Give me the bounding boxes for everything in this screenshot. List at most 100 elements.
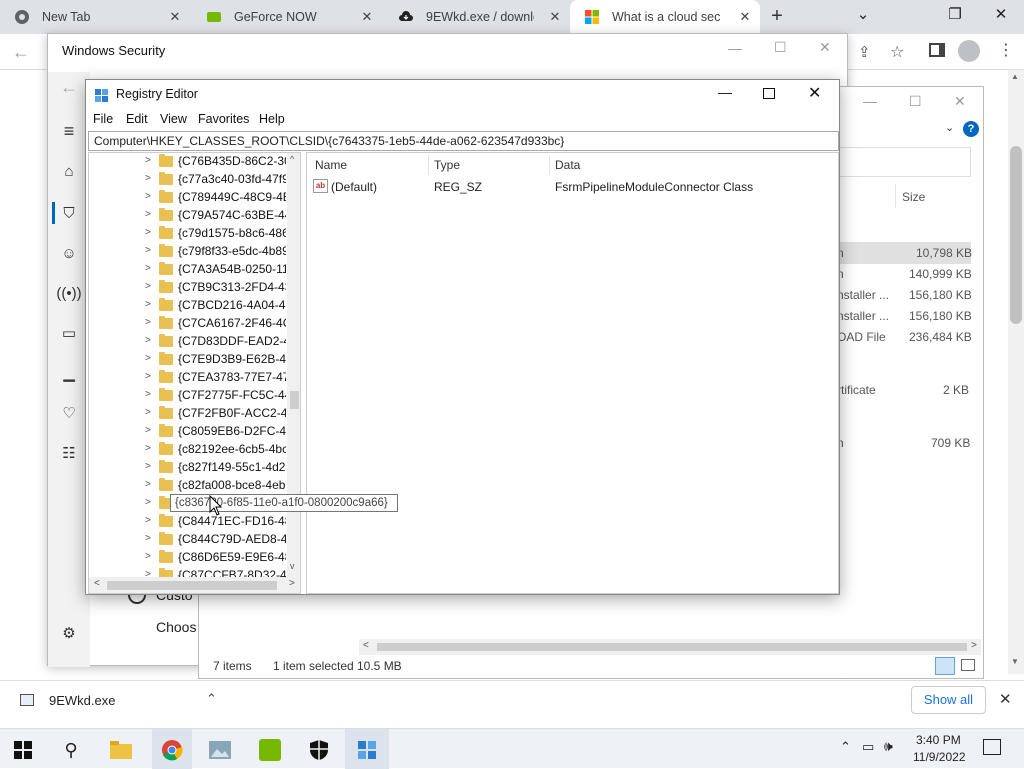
tree-item[interactable]: > {C84471EC-FD16-483 [89,513,289,531]
star-icon[interactable]: ☆ [890,42,904,62]
profile-avatar-icon[interactable] [958,40,980,62]
chevron-right-icon[interactable]: > [145,191,151,202]
tree-item[interactable]: > {c79d1575-b8c6-486 [89,225,289,243]
account-icon[interactable]: ☺ [56,240,82,266]
chevron-right-icon[interactable]: > [145,497,151,508]
close-shelf-icon[interactable]: ✕ [999,690,1012,708]
chevron-right-icon[interactable]: > [145,155,151,166]
restore-button[interactable]: ❐ [932,0,978,34]
network-icon[interactable]: ((•)) [56,280,82,306]
tab-download[interactable]: 9EWkd.exe / download ✕ [384,0,570,34]
volume-icon[interactable]: 🕪 [884,738,893,755]
health-icon[interactable]: ♡ [56,400,82,426]
kebab-menu-icon[interactable]: ⋮ [998,40,1014,60]
minimize-button[interactable]: — [728,40,742,56]
close-button[interactable]: ✕ [808,83,821,103]
chevron-right-icon[interactable]: > [145,371,151,382]
tree-item[interactable]: > {C7B9C313-2FD4-438 [89,279,289,297]
app-browser-icon[interactable]: ▭ [56,320,82,346]
help-icon[interactable]: ? [963,121,979,137]
chevron-down-icon[interactable]: ⌄ [945,121,954,134]
device-security-icon[interactable]: ▁ [56,360,82,386]
column-header-name[interactable]: Name [315,158,347,172]
scroll-right-icon[interactable]: > [971,640,977,651]
menu-favorites[interactable]: Favorites [198,112,249,126]
address-bar[interactable]: Computer\HKEY_CLASSES_ROOT\CLSID\{c76433… [88,131,839,151]
tree-item[interactable]: > {C789449C-48C9-4E5 [89,189,289,207]
search-icon[interactable]: ⚲ [54,735,88,765]
chrome-icon[interactable] [155,735,189,765]
clock-date[interactable]: 11/9/2022 [913,750,966,764]
home-icon[interactable]: ⌂ [56,158,82,184]
menu-help[interactable]: Help [259,112,285,126]
chevron-right-icon[interactable]: > [145,209,151,220]
chevron-right-icon[interactable]: > [145,299,151,310]
maximize-button[interactable]: ☐ [909,93,922,110]
tray-overflow-icon[interactable]: ⌃ [840,739,851,755]
show-all-button[interactable]: Show all [911,686,986,714]
close-tab-icon[interactable]: ✕ [738,10,752,24]
tab-cloud-security[interactable]: What is a cloud securit ✕ [570,0,760,34]
tree-item[interactable]: > {C7CA6167-2F46-4C4 [89,315,289,333]
column-header-data[interactable]: Data [555,158,580,172]
close-window-button[interactable]: ✕ [978,0,1024,34]
tree-item[interactable]: > {c82192ee-6cb5-4bc [89,441,289,459]
maximize-button[interactable]: ☐ [774,39,787,56]
windows-start-icon[interactable] [6,735,40,765]
tree-item[interactable]: > {C7F2FB0F-ACC2-4d [89,405,289,423]
column-divider[interactable] [428,155,429,175]
share-icon[interactable]: ⇪ [858,43,871,61]
tree-item[interactable]: > {C8059EB6-D2FC-4e [89,423,289,441]
tree-item[interactable]: > {c79f8f33-e5dc-4b89 [89,243,289,261]
close-button[interactable]: ✕ [954,93,966,110]
tree-item[interactable]: > {c82fa008-bce8-4ebc [89,477,289,495]
tree-vertical-scrollbar[interactable]: ^ v [287,153,300,577]
chevron-right-icon[interactable]: > [145,353,151,364]
scroll-left-icon[interactable]: < [363,640,369,651]
windows-security-shield-icon[interactable] [302,735,336,765]
tree-item[interactable]: > {C7D83DDF-EAD2-45 [89,333,289,351]
maximize-button[interactable] [763,88,775,99]
column-header-type[interactable]: Type [434,158,460,172]
scroll-up-icon[interactable]: ^ [290,154,294,164]
tree-item[interactable]: > {C7E9D3B9-E62B-4A [89,351,289,369]
notifications-icon[interactable] [983,739,1001,755]
file-explorer-icon[interactable] [104,735,138,765]
tree-item[interactable]: > {c77a3c40-03fd-47f9 [89,171,289,189]
value-row[interactable]: ab (Default) REG_SZ FsrmPipelineModuleCo… [307,177,838,197]
tab-geforce-now[interactable]: GeForce NOW ✕ [192,0,382,34]
chevron-right-icon[interactable]: > [145,407,151,418]
chevron-right-icon[interactable]: > [145,173,151,184]
close-button[interactable]: ✕ [819,39,831,56]
close-tab-icon[interactable]: ✕ [168,10,182,24]
chevron-right-icon[interactable]: > [145,263,151,274]
column-divider[interactable] [549,155,550,175]
details-view-icon[interactable] [935,657,955,675]
scroll-left-icon[interactable]: < [94,578,100,589]
minimize-button[interactable]: — [863,93,877,109]
chevron-right-icon[interactable]: > [145,281,151,292]
tree-item[interactable]: > {C79A574C-63BE-44I [89,207,289,225]
chevron-right-icon[interactable]: > [145,335,151,346]
tree-item[interactable]: > {C844C79D-AED8-4D [89,531,289,549]
scrollbar-thumb[interactable] [377,643,967,651]
chevron-right-icon[interactable]: > [145,227,151,238]
tree-item[interactable]: > {C7EA3783-77E7-47E [89,369,289,387]
registry-editor-icon[interactable] [350,735,384,765]
chevron-right-icon[interactable]: > [145,317,151,328]
horizontal-scrollbar[interactable]: < > [359,639,981,655]
close-tab-icon[interactable]: ✕ [360,10,374,24]
close-tab-icon[interactable]: ✕ [548,10,562,24]
tab-new-tab[interactable]: New Tab ✕ [0,0,190,34]
new-tab-button[interactable]: + [766,6,788,28]
tiles-view-icon[interactable] [961,659,975,671]
chevron-right-icon[interactable]: > [145,551,151,562]
hamburger-menu-icon[interactable]: ≡ [56,118,82,144]
column-header-size[interactable]: Size [902,190,925,204]
family-icon[interactable]: ☷ [56,440,82,466]
menu-view[interactable]: View [160,112,187,126]
search-box[interactable] [839,147,971,177]
tree-scroll-thumb[interactable] [290,391,299,409]
scroll-up-icon[interactable]: ▲ [1011,72,1019,81]
network-tray-icon[interactable]: ▭ [862,739,874,755]
